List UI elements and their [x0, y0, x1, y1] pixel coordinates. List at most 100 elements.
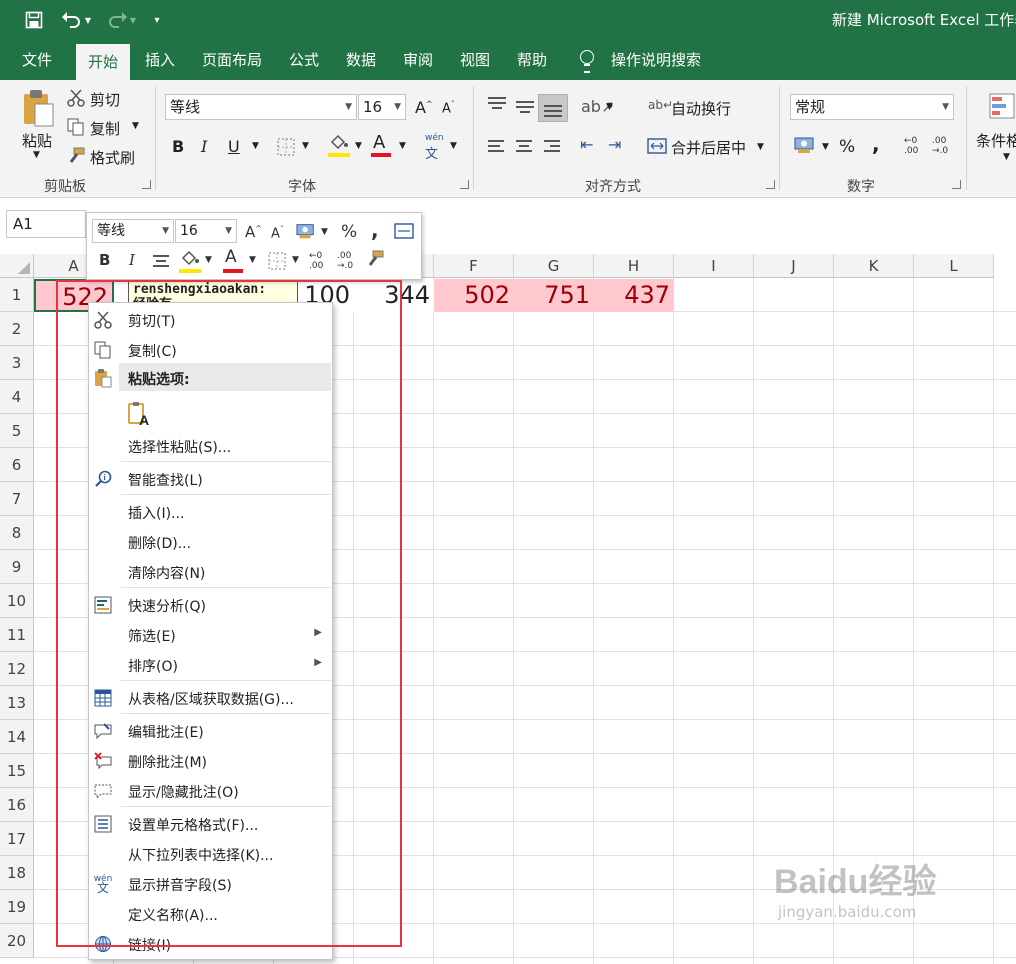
mini-grow-font-icon[interactable]: A^: [245, 223, 262, 241]
mini-shrink-font-icon[interactable]: Aˇ: [271, 225, 284, 241]
row-header-12[interactable]: 12: [0, 652, 34, 686]
row-header-11[interactable]: 11: [0, 618, 34, 652]
font-color-icon[interactable]: A: [373, 132, 385, 153]
tell-me-search[interactable]: 操作说明搜索: [611, 40, 701, 80]
row-header-14[interactable]: 14: [0, 720, 34, 754]
underline-dropdown-icon[interactable]: ▼: [252, 141, 259, 151]
cell-g1[interactable]: 751: [514, 279, 594, 312]
merge-center-icon[interactable]: [647, 137, 667, 155]
cut-button[interactable]: 剪切: [90, 89, 120, 110]
row-header-16[interactable]: 16: [0, 788, 34, 822]
tab-formulas[interactable]: 公式: [289, 40, 319, 80]
wrap-text-button[interactable]: 自动换行: [671, 98, 731, 119]
mini-align-center-icon[interactable]: [153, 255, 171, 269]
mini-merge-icon[interactable]: [393, 221, 415, 241]
align-top-icon[interactable]: [488, 97, 506, 111]
column-header-f[interactable]: F: [434, 254, 514, 278]
increase-decimal-icon[interactable]: ←0.00: [904, 136, 918, 156]
alignment-launcher-icon[interactable]: [766, 180, 775, 189]
column-header-j[interactable]: J: [754, 254, 834, 278]
customize-qat-icon[interactable]: ▾: [150, 8, 164, 32]
scissors-icon[interactable]: [66, 88, 86, 108]
column-header-l[interactable]: L: [914, 254, 994, 278]
decrease-indent-icon[interactable]: ⇤: [580, 135, 593, 154]
phonetic-guide-icon[interactable]: wén 文: [425, 133, 444, 162]
mini-font-name-select[interactable]: 等线 ▼: [92, 219, 174, 243]
row-header-17[interactable]: 17: [0, 822, 34, 856]
fill-color-icon[interactable]: [328, 133, 350, 151]
font-color-dropdown-icon[interactable]: ▼: [399, 141, 406, 151]
mini-percent-button[interactable]: %: [341, 222, 357, 242]
paste-icon[interactable]: [20, 88, 56, 128]
column-header-h[interactable]: H: [594, 254, 674, 278]
number-format-select[interactable]: 常规 ▼: [790, 94, 954, 120]
clipboard-launcher-icon[interactable]: [142, 180, 151, 189]
mini-comma-button[interactable]: ,: [371, 218, 379, 242]
fill-color-dropdown-icon[interactable]: ▼: [355, 141, 362, 151]
row-header-15[interactable]: 15: [0, 754, 34, 788]
row-header-18[interactable]: 18: [0, 856, 34, 890]
underline-button[interactable]: U: [228, 137, 240, 156]
mini-fill-color-icon[interactable]: [179, 249, 201, 267]
tab-home[interactable]: 开始: [76, 44, 130, 80]
mini-currency-icon[interactable]: [295, 221, 317, 241]
merge-center-button[interactable]: 合并后居中: [671, 137, 746, 158]
row-header-6[interactable]: 6: [0, 448, 34, 482]
paste-dropdown-icon[interactable]: ▼: [33, 150, 40, 160]
row-header-9[interactable]: 9: [0, 550, 34, 584]
mini-format-painter-icon[interactable]: [365, 249, 385, 269]
column-header-i[interactable]: I: [674, 254, 754, 278]
align-center-icon[interactable]: [516, 140, 534, 154]
comma-button[interactable]: ,: [872, 132, 880, 156]
tab-page-layout[interactable]: 页面布局: [202, 40, 262, 80]
mini-font-size-select[interactable]: 16 ▼: [175, 219, 237, 243]
select-all-corner[interactable]: [0, 254, 34, 278]
percent-button[interactable]: %: [839, 137, 855, 157]
row-header-19[interactable]: 19: [0, 890, 34, 924]
align-bottom-icon[interactable]: [544, 105, 562, 119]
format-painter-button[interactable]: 格式刷: [90, 147, 135, 168]
tab-review[interactable]: 审阅: [403, 40, 433, 80]
currency-icon[interactable]: [794, 135, 816, 155]
column-header-g[interactable]: G: [514, 254, 594, 278]
row-header-4[interactable]: 4: [0, 380, 34, 414]
row-header-2[interactable]: 2: [0, 312, 34, 346]
font-size-select[interactable]: 16 ▼: [358, 94, 406, 120]
tab-data[interactable]: 数据: [346, 40, 376, 80]
cell-f1[interactable]: 502: [434, 279, 514, 312]
save-icon[interactable]: [22, 8, 46, 32]
mini-fill-dropdown-icon[interactable]: ▼: [205, 255, 212, 265]
paste-label[interactable]: 粘贴: [22, 130, 52, 151]
tab-view[interactable]: 视图: [460, 40, 490, 80]
increase-indent-icon[interactable]: ⇥: [608, 135, 621, 154]
conditional-formatting-button[interactable]: 条件格: [976, 130, 1016, 151]
conditional-formatting-icon[interactable]: [988, 92, 1016, 126]
wrap-text-icon[interactable]: ab↵: [648, 98, 673, 112]
font-launcher-icon[interactable]: [460, 180, 469, 189]
bold-button[interactable]: B: [172, 137, 184, 156]
redo-icon[interactable]: ▼: [104, 8, 138, 32]
mini-borders-icon[interactable]: [267, 251, 287, 271]
mini-bold-button[interactable]: B: [99, 251, 110, 269]
copy-dropdown-icon[interactable]: ▼: [132, 121, 139, 131]
mini-decrease-decimal-icon[interactable]: .00 →.0: [337, 251, 353, 271]
mini-increase-decimal-icon[interactable]: ←0.00: [309, 251, 323, 271]
mini-italic-button[interactable]: I: [129, 251, 135, 269]
row-header-20[interactable]: 20: [0, 924, 34, 958]
row-header-1[interactable]: 1: [0, 278, 34, 312]
grow-font-icon[interactable]: A^: [415, 98, 433, 117]
tab-file[interactable]: 文件: [22, 40, 52, 80]
row-header-5[interactable]: 5: [0, 414, 34, 448]
currency-dropdown-icon[interactable]: ▼: [822, 142, 829, 152]
orientation-dropdown-icon[interactable]: ▼: [606, 102, 613, 112]
copy-icon[interactable]: [66, 117, 86, 137]
borders-dropdown-icon[interactable]: ▼: [302, 141, 309, 151]
row-header-3[interactable]: 3: [0, 346, 34, 380]
undo-icon[interactable]: ▼: [58, 8, 94, 32]
format-painter-icon[interactable]: [66, 146, 86, 166]
cell-h1[interactable]: 437: [594, 279, 674, 312]
tab-insert[interactable]: 插入: [145, 40, 175, 80]
mini-borders-dropdown-icon[interactable]: ▼: [292, 255, 299, 265]
row-header-7[interactable]: 7: [0, 482, 34, 516]
align-middle-icon[interactable]: [516, 101, 534, 115]
